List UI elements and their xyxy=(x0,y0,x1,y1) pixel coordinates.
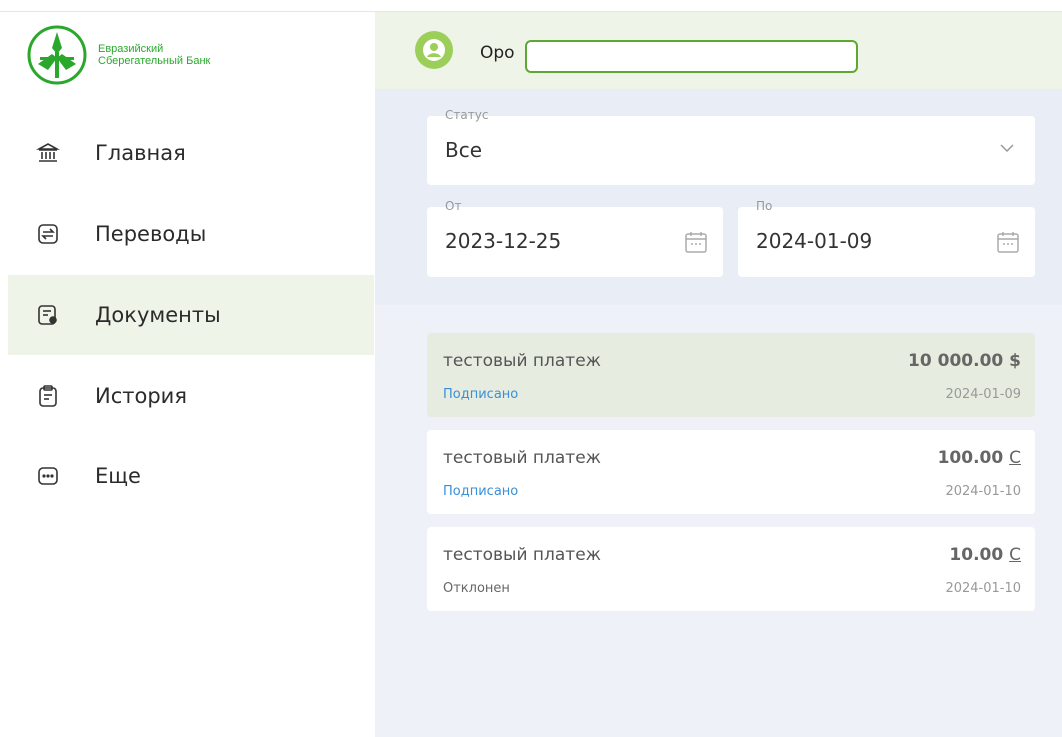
user-avatar[interactable] xyxy=(415,31,453,69)
sidebar-item-history[interactable]: История xyxy=(8,356,374,436)
status-value: Все xyxy=(445,138,483,162)
payment-date: 2024-01-09 xyxy=(945,387,1021,402)
sidebar-item-label: Переводы xyxy=(95,222,207,246)
filters-panel: Статус Все От 2023-12-25 По 2024-01-09 xyxy=(375,89,1062,305)
sidebar-item-label: История xyxy=(95,384,187,408)
calendar-icon[interactable] xyxy=(995,229,1021,255)
sidebar-item-more[interactable]: Еще xyxy=(8,436,374,516)
user-name: Оро xyxy=(480,43,515,63)
payment-title: тестовый платеж xyxy=(443,448,601,468)
history-icon xyxy=(35,383,61,409)
payment-card[interactable]: тестовый платеж 10 000.00 $ Подписано 20… xyxy=(427,333,1035,417)
date-to-label: По xyxy=(756,199,773,213)
payment-card[interactable]: тестовый платеж 10.00 С Отклонен 2024-01… xyxy=(427,527,1035,611)
more-icon xyxy=(35,463,61,489)
bank-name-line2: Сберегательный Банк xyxy=(98,55,211,67)
payment-card[interactable]: тестовый платеж 100.00 С Подписано 2024-… xyxy=(427,430,1035,514)
sidebar-item-home[interactable]: Главная xyxy=(8,113,374,193)
date-from-field[interactable]: От 2023-12-25 xyxy=(427,199,723,277)
payment-date: 2024-01-10 xyxy=(945,484,1021,499)
sidebar-item-transfers[interactable]: Переводы xyxy=(8,194,374,274)
header: Оро xyxy=(375,12,1062,89)
payment-amount: 10.00 С xyxy=(949,545,1021,565)
date-from-value: 2023-12-25 xyxy=(445,229,562,253)
payment-currency: $ xyxy=(1009,351,1021,371)
payment-status: Подписано xyxy=(443,484,519,499)
payment-title: тестовый платеж xyxy=(443,545,601,565)
sidebar-item-label: Еще xyxy=(95,464,141,488)
chevron-down-icon xyxy=(1000,144,1014,153)
payment-amount-value: 10 000.00 xyxy=(908,351,1004,371)
payment-title: тестовый платеж xyxy=(443,351,601,371)
payment-currency: С xyxy=(1009,448,1021,468)
bank-name: Евразийский Сберегательный Банк xyxy=(98,43,210,67)
date-from-label: От xyxy=(445,199,462,213)
bank-icon xyxy=(35,140,61,166)
payment-currency: С xyxy=(1009,545,1021,565)
sidebar-item-label: Документы xyxy=(95,303,221,327)
bank-logo-icon xyxy=(27,25,87,85)
transfer-icon xyxy=(35,221,61,247)
user-name-highlight-box xyxy=(525,40,858,73)
payment-status: Подписано xyxy=(443,387,519,402)
status-label: Статус xyxy=(445,108,489,122)
payment-status: Отклонен xyxy=(443,581,510,596)
payment-amount-value: 10.00 xyxy=(949,545,1004,565)
date-to-field[interactable]: По 2024-01-09 xyxy=(738,199,1035,277)
sidebar-item-label: Главная xyxy=(95,141,186,165)
date-to-value: 2024-01-09 xyxy=(756,229,873,253)
status-select[interactable]: Статус Все xyxy=(427,108,1035,185)
top-border xyxy=(0,0,1062,12)
bank-name-line1: Евразийский xyxy=(98,43,164,55)
payment-amount: 100.00 С xyxy=(938,448,1021,468)
payments-list: тестовый платеж 10 000.00 $ Подписано 20… xyxy=(375,305,1062,737)
bank-logo[interactable]: Евразийский Сберегательный Банк xyxy=(26,24,210,86)
payment-date: 2024-01-10 xyxy=(945,581,1021,596)
payment-amount-value: 100.00 xyxy=(937,448,1004,468)
document-icon xyxy=(35,302,61,328)
user-icon xyxy=(423,39,445,61)
calendar-icon[interactable] xyxy=(683,229,709,255)
sidebar-item-documents[interactable]: Документы xyxy=(8,275,374,355)
sidebar: Евразийский Сберегательный Банк Главная … xyxy=(0,12,375,737)
payment-amount: 10 000.00 $ xyxy=(908,351,1021,371)
